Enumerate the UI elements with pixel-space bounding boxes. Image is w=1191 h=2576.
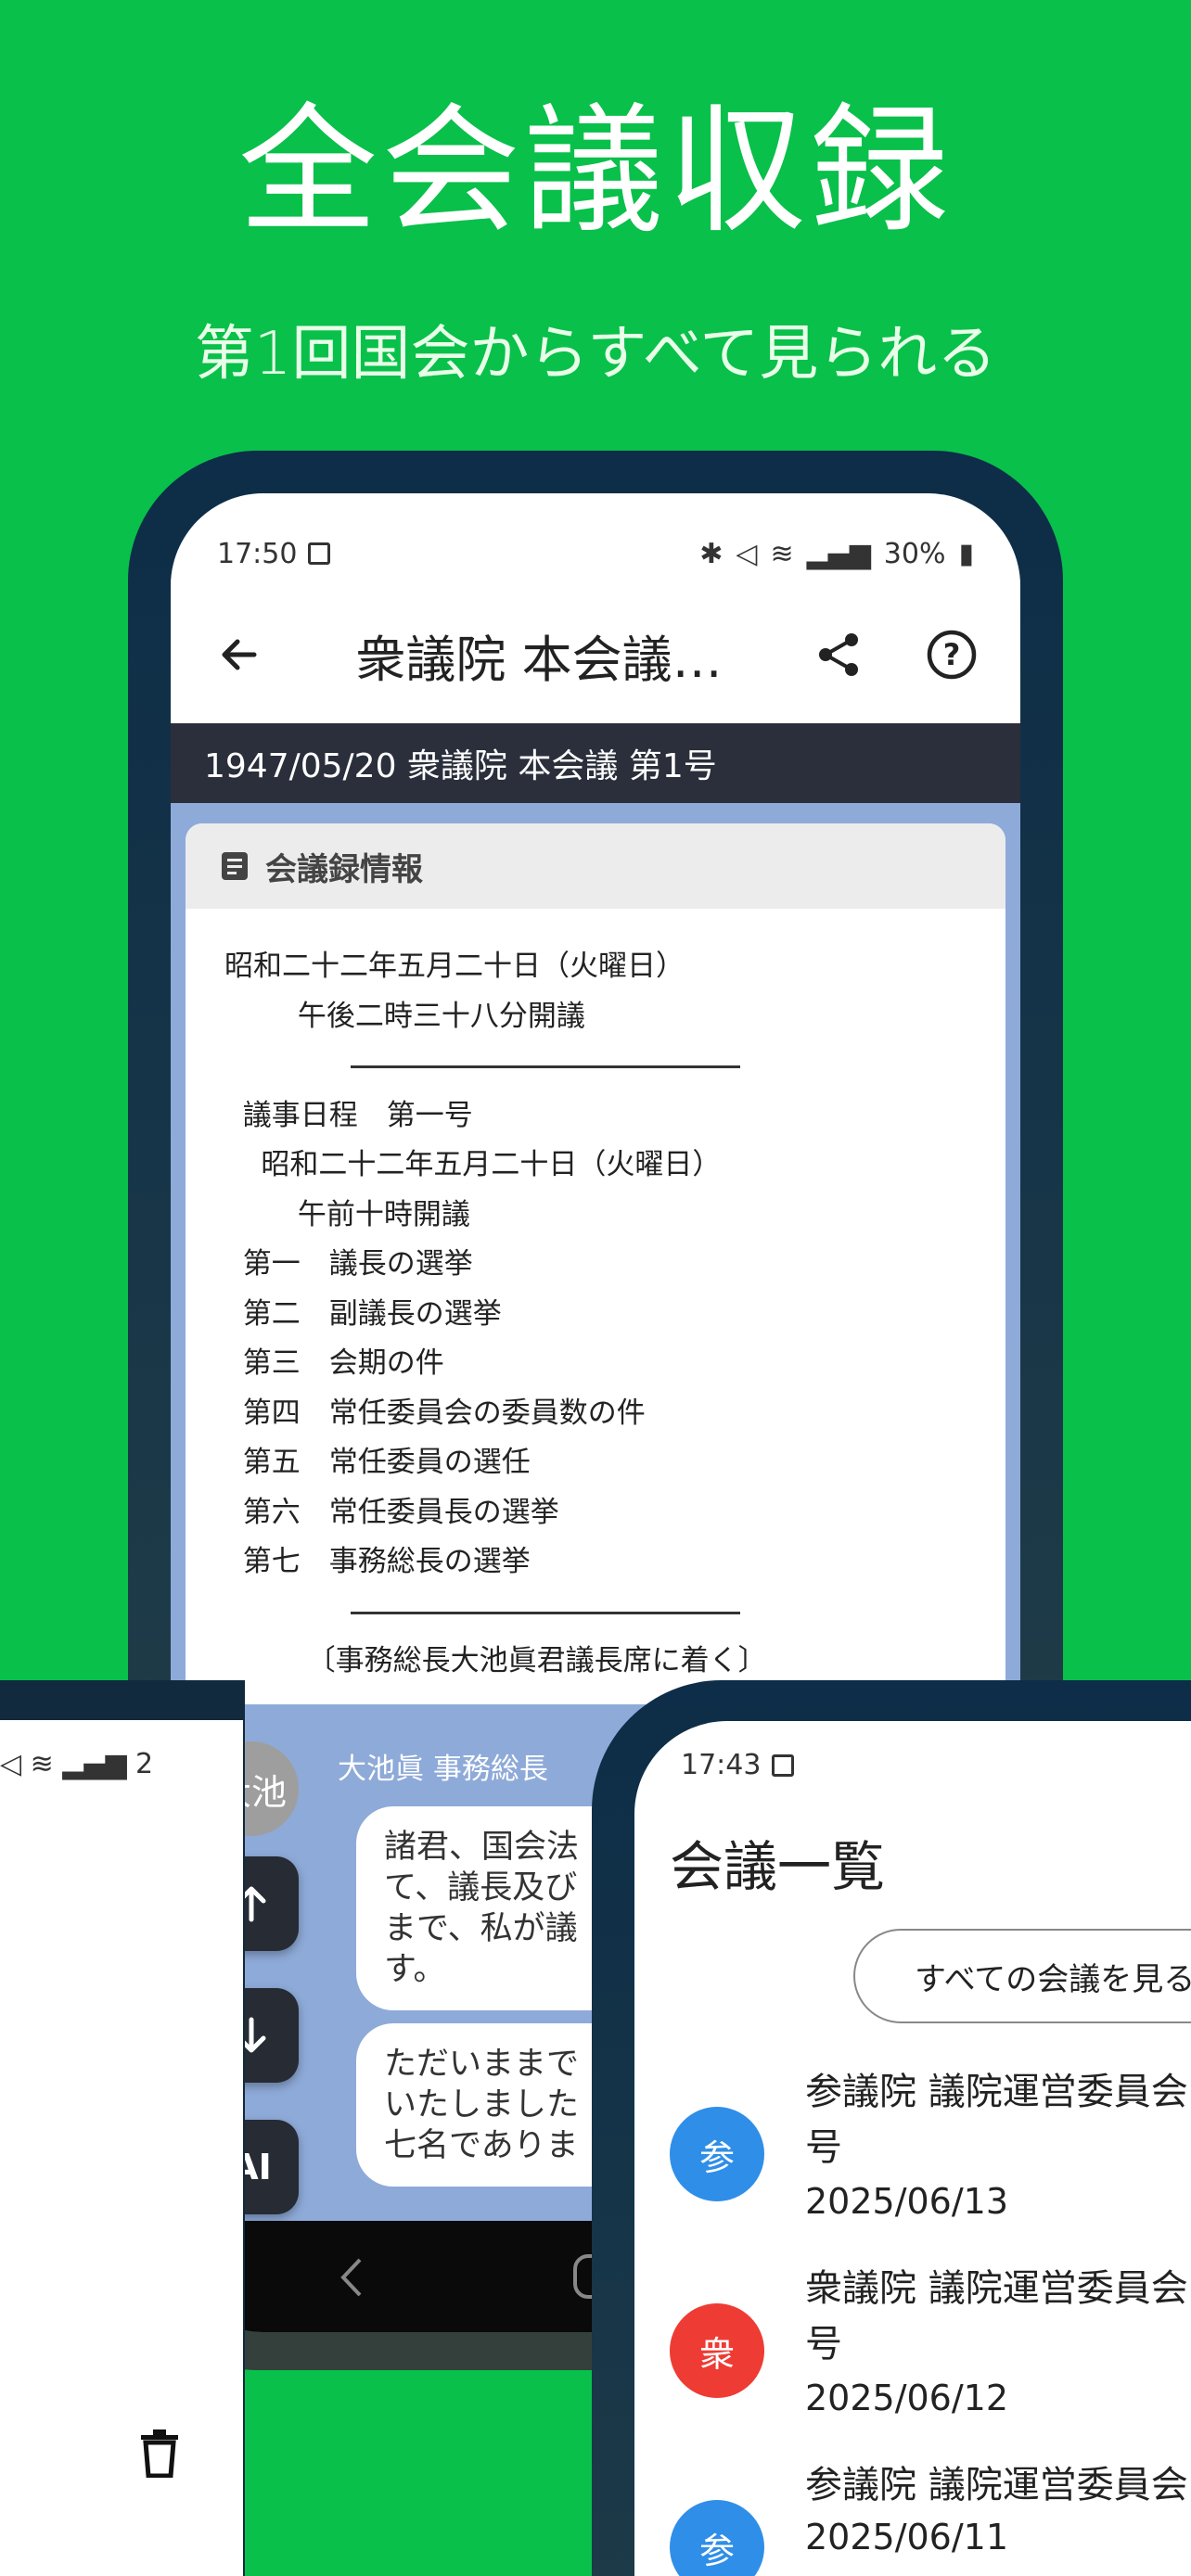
meeting-name-cont: 号 xyxy=(805,2126,842,2169)
minutes-line: 第六 常任委員長の選挙 xyxy=(224,1495,559,1529)
wifi-icon: ≋ xyxy=(30,1748,63,1780)
app-bar: 衆議院 本会議… ? xyxy=(171,586,1020,723)
minutes-line: 〔事務総長大池眞君議長席に着く〕 xyxy=(224,1644,767,1677)
minutes-line: 午前十時開議 xyxy=(224,1197,470,1231)
nav-back-icon[interactable] xyxy=(338,2256,365,2299)
minutes-line xyxy=(224,1588,1005,1638)
hero-subtitle: 第1回国会からすべて見られる xyxy=(194,320,997,389)
minutes-line: 昭和二十二年五月二十日（火曜日） xyxy=(224,950,685,983)
minutes-line: 議事日程 第一号 xyxy=(224,1098,473,1132)
meeting-list-title: 会議一覧 xyxy=(670,1835,886,1898)
divider xyxy=(351,1065,740,1068)
hero-title: 全会議収録 xyxy=(237,91,953,252)
meeting-date-bar: 1947/05/20 衆議院 本会議 第1号 xyxy=(171,723,1020,803)
minutes-line xyxy=(224,1041,1005,1091)
minutes-line: 第一 議長の選挙 xyxy=(224,1247,473,1281)
card-header-label: 会議録情報 xyxy=(265,850,423,888)
divider xyxy=(351,1611,740,1614)
right-phone-screen: 17:43 会議一覧 すべての会議を見る 参 参議院 議院運営委員会 号 202… xyxy=(634,1721,1191,2576)
meeting-date: 2025/06/12 xyxy=(805,2378,1009,2418)
trash-icon[interactable] xyxy=(139,2429,180,2478)
image-notification-icon xyxy=(308,542,331,565)
mute-icon: ◁ xyxy=(736,537,758,570)
minutes-line: 第七 事務総長の選挙 xyxy=(224,1545,531,1578)
meeting-name-cont: 号 xyxy=(805,2323,842,2366)
back-arrow-icon[interactable] xyxy=(210,625,269,684)
minutes-line: 午後二時三十八分開議 xyxy=(224,999,585,1033)
left-status-bar: ◁ ≋ ▂▄▆ 2 xyxy=(0,1748,153,1780)
battery-level: 30% xyxy=(883,537,946,570)
page-title: 衆議院 本会議… xyxy=(355,630,723,689)
house-badge: 衆 xyxy=(670,2303,764,2398)
signal-icon: ▂▄▆ xyxy=(62,1748,136,1780)
minutes-line: 第四 常任委員会の委員数の件 xyxy=(224,1396,646,1430)
help-icon[interactable]: ? xyxy=(922,625,981,684)
battery-icon: ▮ xyxy=(958,537,974,570)
minutes-line: 第五 常任委員の選任 xyxy=(224,1446,531,1479)
left-phone-screen: ◁ ≋ ▂▄▆ 2 xyxy=(0,1720,243,2576)
minutes-info-card: 会議録情報 昭和二十二年五月二十日（火曜日） 午後二時三十八分開議 議事日程 第… xyxy=(186,823,1005,1704)
bluetooth-icon: ✱ xyxy=(699,537,724,570)
svg-text:?: ? xyxy=(943,637,961,672)
meeting-name: 参議院 議院運営委員会 xyxy=(805,2464,1188,2506)
meeting-date: 2025/06/13 xyxy=(805,2181,1009,2222)
minutes-text: 昭和二十二年五月二十日（火曜日） 午後二時三十八分開議 議事日程 第一号 昭和二… xyxy=(186,909,1005,1687)
left-battery-level: 2 xyxy=(135,1748,154,1780)
minutes-line: 昭和二十二年五月二十日（火曜日） xyxy=(224,1148,722,1181)
card-header: 会議録情報 xyxy=(186,823,1005,909)
all-meetings-button[interactable]: すべての会議を見る xyxy=(853,1929,1191,2023)
house-badge: 参 xyxy=(670,2107,764,2201)
meeting-date: 2025/06/11 xyxy=(805,2517,1009,2557)
right-status-time: 17:43 xyxy=(681,1749,762,1781)
share-icon[interactable] xyxy=(809,625,868,684)
status-bar: 17:50 ✱ ◁ ≋ ▂▄▆ 30% ▮ xyxy=(171,493,1020,586)
mute-icon: ◁ xyxy=(0,1748,31,1780)
status-time: 17:50 xyxy=(217,537,298,570)
document-icon xyxy=(222,852,248,880)
minutes-line: 第二 副議長の選挙 xyxy=(224,1296,502,1331)
wifi-icon: ≋ xyxy=(770,537,794,570)
image-notification-icon xyxy=(772,1753,795,1777)
signal-icon: ▂▄▆ xyxy=(806,537,871,570)
meeting-name: 参議院 議院運営委員会 xyxy=(805,2071,1188,2113)
house-badge: 参 xyxy=(670,2500,764,2576)
minutes-line: 第三 会期の件 xyxy=(224,1346,444,1380)
meeting-name: 衆議院 議院運営委員会 xyxy=(805,2267,1188,2310)
speaker-name: 大池眞 事務総長 xyxy=(338,1753,548,1786)
right-status-bar: 17:43 xyxy=(681,1749,795,1781)
